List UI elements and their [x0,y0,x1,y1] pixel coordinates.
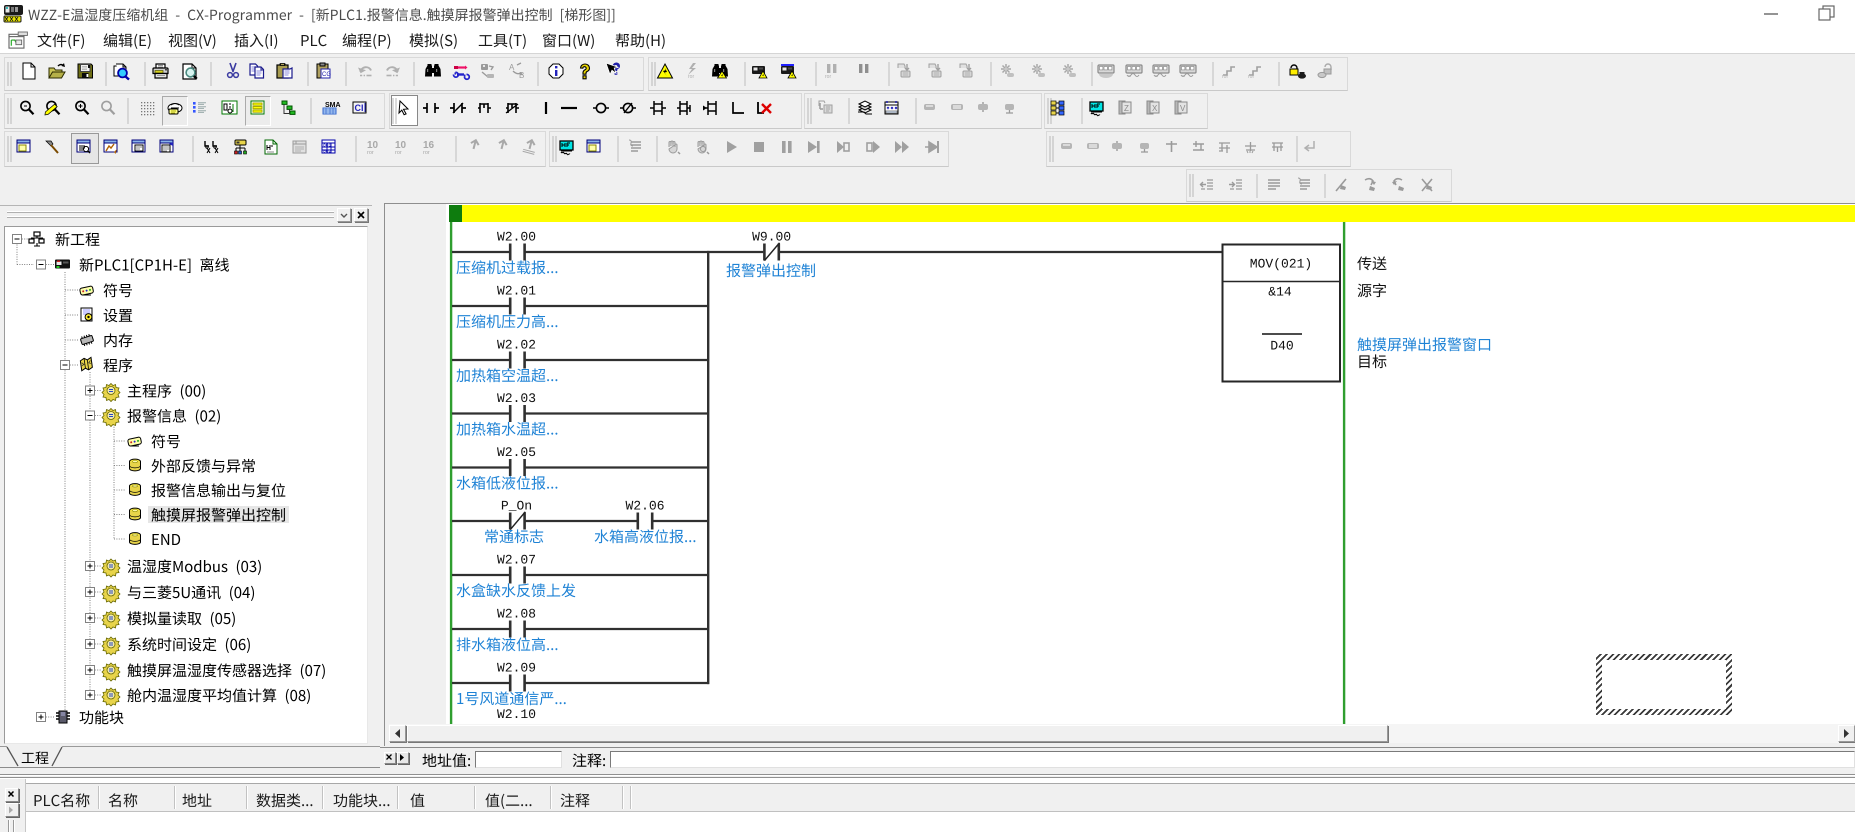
svg-text:Z: Z [1124,104,1129,113]
svg-text:B: B [519,71,524,80]
svg-text:002: 002 [323,149,332,155]
svg-text:ror: ror [825,74,831,80]
svg-text:A: A [509,63,515,72]
svg-text:CG: CG [322,72,331,78]
svg-text:X: X [1152,104,1158,113]
svg-text:V: V [1180,104,1186,113]
svg-text:001: 001 [323,143,332,149]
svg-text:ror: ror [395,150,402,156]
svg-text:CI: CI [355,103,364,113]
svg-text:ror: ror [1222,74,1228,80]
svg-text:ror: ror [688,74,694,80]
svg-text:ror: ror [1248,74,1254,80]
svg-text:ror: ror [367,150,374,156]
svg-text:ror: ror [423,150,430,156]
